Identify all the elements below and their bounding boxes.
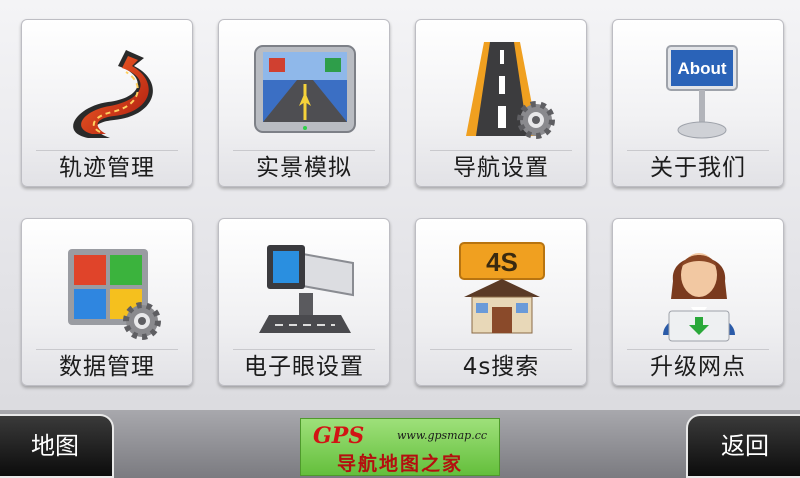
- menu-tile-speed-camera-settings[interactable]: 电子眼设置: [218, 218, 390, 386]
- menu-tile-data-management[interactable]: 数据管理: [21, 218, 193, 386]
- service-agent-icon: [663, 253, 735, 342]
- menu-tile-label: 电子眼设置: [244, 354, 364, 380]
- back-button[interactable]: 返回: [686, 414, 800, 478]
- tile-separator: [233, 150, 375, 151]
- windows-gear-icon: [68, 249, 161, 340]
- menu-tile-label: 数据管理: [59, 354, 155, 380]
- tile-separator: [36, 349, 178, 350]
- about-sign-text: About: [677, 59, 726, 78]
- menu-tile-live-simulation[interactable]: 实景模拟: [218, 19, 390, 187]
- tile-separator: [36, 150, 178, 151]
- track-road-icon: [73, 50, 153, 138]
- logo-name: 导航地图之家: [336, 453, 463, 475]
- menu-tile-label: 导航设置: [453, 155, 549, 181]
- menu-tile-track-management[interactable]: 轨迹管理: [21, 19, 193, 187]
- main-menu-grid: 轨迹管理 实景模拟 导航设置 About 关于我们 数据管理 电子眼设置 4S …: [0, 0, 800, 410]
- about-sign-icon: About: [666, 45, 738, 139]
- 4s-badge-text: 4S: [486, 247, 518, 277]
- camera-icon: [259, 245, 354, 333]
- gpsmap-logo: GPS www.gpsmap.cc 导航地图之家: [300, 418, 500, 476]
- menu-tile-upgrade-outlets[interactable]: 升级网点: [612, 218, 784, 386]
- 4s-shop-icon: 4S: [459, 242, 545, 334]
- navigation-screen-icon: [254, 45, 356, 133]
- tile-separator: [627, 150, 769, 151]
- menu-tile-label: 实景模拟: [256, 155, 352, 181]
- tile-separator: [430, 150, 572, 151]
- logo-url: www.gpsmap.cc: [397, 429, 488, 442]
- tile-separator: [233, 349, 375, 350]
- map-button[interactable]: 地图: [0, 414, 114, 478]
- menu-tile-about-us[interactable]: About 关于我们: [612, 19, 784, 187]
- menu-tile-4s-search[interactable]: 4S 4s搜索: [415, 218, 587, 386]
- bottom-bar: 地图 GPS www.gpsmap.cc 导航地图之家 返回: [0, 410, 800, 478]
- logo-brand: GPS: [313, 423, 365, 449]
- tile-separator: [430, 349, 572, 350]
- menu-tile-label: 升级网点: [650, 354, 746, 380]
- menu-tile-navigation-settings[interactable]: 导航设置: [415, 19, 587, 187]
- road-gear-icon: [466, 42, 555, 139]
- menu-tile-label: 轨迹管理: [59, 155, 155, 181]
- menu-tile-label: 关于我们: [650, 155, 746, 181]
- menu-tile-label: 4s搜索: [462, 354, 540, 380]
- tile-separator: [627, 349, 769, 350]
